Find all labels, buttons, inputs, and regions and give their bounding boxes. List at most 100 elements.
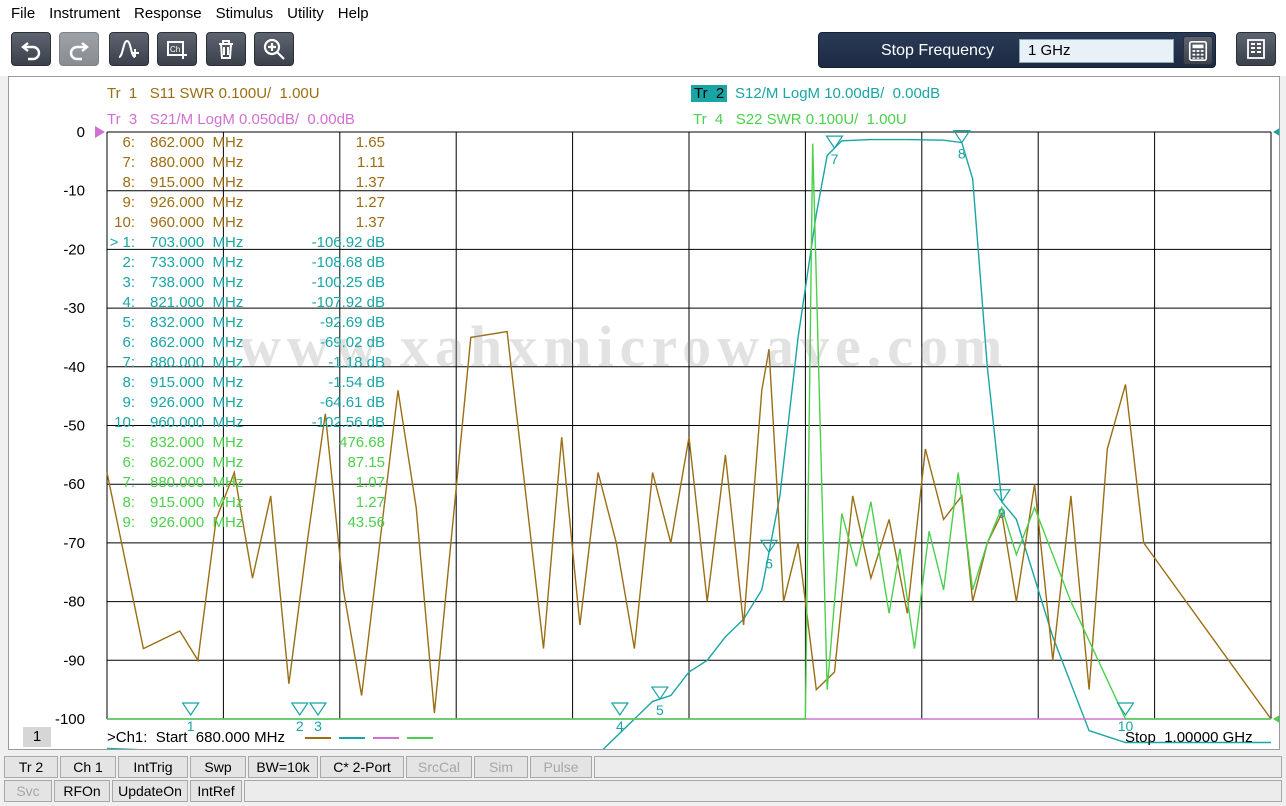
y-tick-label: -90: [63, 652, 85, 669]
marker-10-triangle[interactable]: [1116, 702, 1135, 717]
menu-response[interactable]: Response: [127, 0, 209, 28]
status-c-2-port-button[interactable]: C* 2-Port: [320, 756, 404, 778]
trace-2-header[interactable]: S12/M LogM 10.00dB/ 0.00dB: [735, 85, 940, 102]
zoom-button[interactable]: [254, 32, 294, 66]
menu-utility[interactable]: Utility: [280, 0, 331, 28]
trace-2-tag[interactable]: Tr 2: [691, 85, 728, 102]
status-bar-bottom: Svc RFOn UpdateOn IntRef: [0, 780, 1286, 804]
status-srccal-button[interactable]: SrcCal: [406, 756, 472, 778]
marker-value: -92.69 dB: [319, 314, 385, 331]
menu-instrument[interactable]: Instrument: [42, 0, 127, 28]
vna-application: File Instrument Response Stimulus Utilit…: [0, 0, 1286, 806]
status-rfon-button[interactable]: RFOn: [54, 780, 110, 802]
start-frequency-label[interactable]: >Ch1: Start 680.000 MHz: [107, 729, 285, 746]
marker-frequency: 926.000 MHz: [150, 394, 244, 411]
marker-value: 1.27: [355, 494, 385, 511]
marker-4-label: 4: [616, 718, 624, 734]
measurement-window[interactable]: 0 -10 -20 -30 -40 -50 -60 -70 -80 -90 -100 1234567…: [8, 76, 1280, 750]
trace-4-header[interactable]: Tr 4 S22 SWR 0.100U/ 1.00U: [693, 111, 907, 128]
marker-frequency: 832.000 MHz: [150, 314, 244, 331]
marker-readout-row: 9: 926.000 MHz 43.56: [105, 513, 385, 533]
marker-value: -64.61 dB: [319, 394, 385, 411]
marker-3-triangle[interactable]: [308, 702, 328, 717]
y-tick-label: -10: [63, 183, 85, 200]
y-tick-label: -70: [63, 535, 85, 552]
reference-pointer-left: [95, 126, 105, 138]
marker-frequency: 821.000 MHz: [150, 294, 244, 311]
marker-value: 1.07: [355, 474, 385, 491]
status-intref-button[interactable]: IntRef: [190, 780, 242, 802]
marker-frequency: 862.000 MHz: [150, 454, 244, 471]
marker-8-label: 8: [958, 146, 966, 162]
redo-button[interactable]: [59, 32, 99, 66]
marker-value: 1.37: [355, 214, 385, 231]
status-bar-top: Tr 2 Ch 1 IntTrig Swp BW=10k C* 2-Port SrcCal S…: [0, 756, 1286, 780]
entry-label: Stop Frequency: [881, 42, 994, 59]
marker-2-triangle[interactable]: [290, 702, 309, 717]
y-tick-label: -60: [63, 476, 85, 493]
stop-frequency-input[interactable]: 1 GHz: [1019, 39, 1174, 63]
marker-frequency: 915.000 MHz: [150, 494, 244, 511]
marker-1-triangle[interactable]: [181, 702, 200, 717]
undo-button[interactable]: [11, 32, 51, 66]
delete-trace-button[interactable]: [206, 32, 246, 66]
marker-7-label: 7: [831, 151, 839, 167]
status-ch-1-button[interactable]: Ch 1: [60, 756, 116, 778]
marker-readout-row: 4: 821.000 MHz -107.92 dB: [105, 293, 385, 313]
marker-number: 7:: [122, 154, 135, 171]
marker-number: 8:: [122, 174, 135, 191]
status-bw-10k-button[interactable]: BW=10k: [248, 756, 318, 778]
menu-file[interactable]: File: [4, 0, 42, 28]
trace-1-header[interactable]: Tr 1 S11 SWR 0.100U/ 1.00U: [107, 85, 320, 102]
toolbar: Ch Stop Frequency 1 GHz: [0, 28, 1286, 76]
marker-value: -107.92 dB: [311, 294, 385, 311]
status-tr-2-button[interactable]: Tr 2: [4, 756, 58, 778]
marker-number: 8:: [122, 374, 135, 391]
marker-value: 43.56: [347, 514, 385, 531]
keypad-button[interactable]: [1183, 36, 1213, 65]
marker-value: -102.56 dB: [311, 414, 385, 431]
marker-4-triangle[interactable]: [610, 702, 630, 717]
status-svc-button[interactable]: Svc: [4, 780, 52, 802]
marker-readout-row: 8: 915.000 MHz 1.27: [105, 493, 385, 513]
marker-readout-row: 7: 880.000 MHz 1.07: [105, 473, 385, 493]
marker-number: 9:: [122, 194, 135, 211]
marker-readout-row: 8: 915.000 MHz -1.54 dB: [105, 373, 385, 393]
marker-readout-row: 3: 738.000 MHz -100.25 dB: [105, 273, 385, 293]
marker-readout-row: 5: 832.000 MHz -92.69 dB: [105, 313, 385, 333]
marker-readout-row: 10: 960.000 MHz 1.37: [105, 213, 385, 233]
status-filler: [244, 780, 1282, 802]
add-marker-icon: [118, 39, 139, 58]
calculator-icon: [1188, 40, 1208, 61]
status-pulse-button[interactable]: Pulse: [530, 756, 592, 778]
trace-3-header[interactable]: Tr 3 S21/M LogM 0.050dB/ 0.00dB: [107, 111, 355, 128]
marker-value: -106.92 dB: [311, 234, 385, 251]
status-swp-button[interactable]: Swp: [190, 756, 246, 778]
y-tick-label: 0: [77, 124, 85, 141]
menu-help[interactable]: Help: [331, 0, 376, 28]
marker-value: -100.25 dB: [311, 274, 385, 291]
active-entry-panel: Stop Frequency 1 GHz: [818, 32, 1216, 68]
y-tick-label: -100: [55, 711, 85, 728]
marker-frequency: 862.000 MHz: [150, 134, 244, 151]
status-inttrig-button[interactable]: IntTrig: [118, 756, 188, 778]
marker-6-label: 6: [765, 555, 773, 571]
channel-number-box[interactable]: 1: [23, 727, 51, 747]
add-channel-button[interactable]: Ch: [157, 32, 197, 66]
marker-readout-row: 9: 926.000 MHz -64.61 dB: [105, 393, 385, 413]
marker-readout-row: 8: 915.000 MHz 1.37: [105, 173, 385, 193]
marker-number: > 1:: [109, 234, 135, 251]
marker-frequency: 960.000 MHz: [150, 214, 244, 231]
delete-trace-icon: [219, 40, 233, 59]
status-updateon-button[interactable]: UpdateOn: [112, 780, 188, 802]
stop-frequency-label[interactable]: Stop 1.00000 GHz: [1125, 729, 1253, 746]
softkeys-button[interactable]: [1236, 32, 1276, 66]
add-marker-button[interactable]: [109, 32, 149, 66]
marker-readout-row: 5: 832.000 MHz 476.68: [105, 433, 385, 453]
add-channel-icon: Ch: [167, 41, 187, 59]
reference-pointer-bottom: [1273, 715, 1279, 723]
status-sim-button[interactable]: Sim: [474, 756, 528, 778]
menu-stimulus[interactable]: Stimulus: [209, 0, 281, 28]
redo-icon: [69, 42, 89, 61]
marker-value: 1.27: [355, 194, 385, 211]
